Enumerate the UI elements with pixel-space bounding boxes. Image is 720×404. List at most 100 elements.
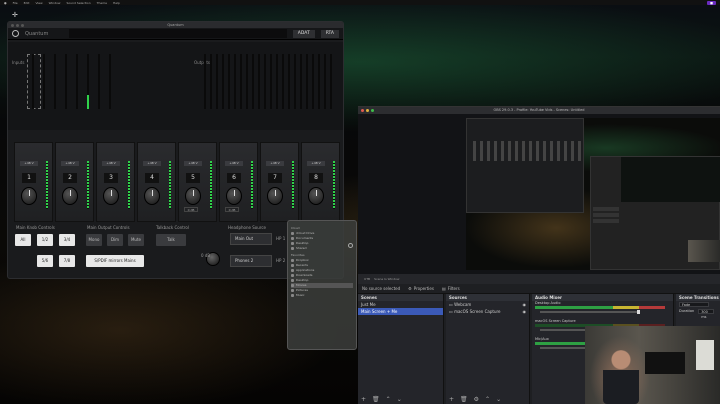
menu-help[interactable]: Help (113, 1, 120, 5)
properties-button[interactable]: ⚙ Properties (408, 286, 434, 291)
level-meter (276, 54, 278, 109)
close-icon[interactable] (361, 109, 364, 112)
obs-preview[interactable] (358, 114, 720, 274)
down-icon[interactable]: ⌄ (397, 396, 402, 403)
sources-header: Sources (446, 294, 529, 301)
gain-readout: 0 dB (225, 207, 239, 212)
sidebar-item[interactable]: Shared (291, 246, 353, 251)
gain-knob[interactable] (21, 187, 37, 205)
status-left: UTB (364, 277, 371, 281)
gain-knob[interactable] (267, 187, 283, 205)
minimize-icon[interactable] (16, 23, 19, 27)
pair-78-button[interactable]: 7/8 (59, 255, 75, 267)
gain-knob[interactable] (144, 187, 160, 205)
level-meter (288, 54, 290, 109)
channel-meter (169, 161, 171, 209)
status-right[interactable]: Scene Is Window (374, 277, 399, 281)
menu-sound[interactable]: Sound Selection (66, 1, 90, 5)
scene-item[interactable]: Just Me (358, 301, 443, 308)
up-icon[interactable]: ⌃ (485, 396, 490, 403)
spdif-mirror-button[interactable]: S/PDIF mirrors Mains (86, 255, 144, 267)
phantom-button[interactable]: +48 V (20, 161, 38, 166)
phantom-button[interactable]: +48 V (61, 161, 79, 166)
phantom-button[interactable]: +48 V (143, 161, 161, 166)
dim-button[interactable]: Dim (107, 234, 123, 246)
gain-knob[interactable] (103, 187, 119, 205)
up-icon[interactable]: ⌃ (386, 396, 391, 403)
apple-icon[interactable]: ● (4, 1, 7, 5)
menu-edit[interactable]: Edit (24, 1, 30, 5)
minimize-icon[interactable] (366, 109, 369, 112)
phantom-button[interactable]: +48 V (307, 161, 325, 166)
level-meter (87, 54, 89, 109)
phantom-button[interactable]: +48 V (225, 161, 243, 166)
mute-button[interactable]: Mute (128, 234, 144, 246)
pair-12-button[interactable]: 1/2 (37, 234, 53, 246)
source-item[interactable]: ▭ Webcam ◉ (446, 301, 529, 308)
menu-window[interactable]: Window (49, 1, 61, 5)
gear-icon[interactable]: ⚙ (474, 396, 479, 403)
preview-canvas[interactable] (466, 118, 720, 270)
level-meter (246, 54, 248, 109)
thumbnail-bar (487, 141, 490, 161)
channel-number: 4 (145, 173, 159, 183)
scenes-header: Scenes (358, 294, 443, 301)
filters-button[interactable]: ▤ Filters (442, 286, 460, 291)
main-knob-readout: 0 dB (201, 253, 211, 258)
eye-icon[interactable]: ◉ (523, 308, 527, 315)
close-icon[interactable] (11, 23, 14, 27)
transition-select[interactable]: Fade (679, 302, 709, 307)
eye-icon[interactable]: ◉ (523, 301, 527, 308)
menu-theme[interactable]: Theme (97, 1, 107, 5)
thumbnail-bar (543, 141, 546, 161)
level-meter (216, 54, 218, 109)
level-meter (330, 54, 332, 109)
level-meter (98, 54, 100, 109)
outputs-label: Outputs (194, 60, 210, 65)
sidebar-item[interactable]: Music (291, 293, 353, 298)
hp2-source-select[interactable]: Phones 2 (230, 255, 272, 267)
rta-button[interactable]: RTA (320, 29, 339, 38)
trash-icon[interactable]: 🗑 (372, 396, 380, 403)
pair-34-button[interactable]: 3/4 (59, 234, 75, 246)
gain-knob[interactable] (62, 187, 78, 205)
preamp-strips: +48 V 1 +48 V 2 +48 V 3 +48 V 4 +48 V 5 0 dB +… (14, 142, 340, 222)
pair-56-button[interactable]: 5/6 (37, 255, 53, 267)
all-button[interactable]: All (15, 234, 31, 246)
menu-view[interactable]: View (35, 1, 42, 5)
add-icon[interactable]: + (361, 396, 366, 403)
thumbnail-bar (522, 141, 525, 161)
mono-button[interactable]: Mono (86, 234, 102, 246)
talk-button[interactable]: Talk (156, 234, 186, 246)
thumbnail-bar (564, 141, 567, 161)
scene-item-selected[interactable]: Main Screen + Me (358, 308, 443, 315)
source-item[interactable]: ▭ macOS Screen Capture ◉ (446, 308, 529, 315)
duration-label: Duration (679, 309, 695, 313)
folder-icon (291, 237, 294, 240)
adat-button[interactable]: ADAT (292, 29, 315, 38)
zoom-icon[interactable] (21, 23, 24, 27)
phantom-button[interactable]: +48 V (102, 161, 120, 166)
channel-meter (333, 161, 335, 209)
down-icon[interactable]: ⌄ (496, 396, 501, 403)
circle-icon[interactable] (348, 243, 353, 248)
crosshair-icon: ✛ (12, 11, 18, 19)
gain-knob[interactable] (185, 187, 201, 205)
gain-knob[interactable] (226, 187, 242, 205)
level-meter (76, 54, 78, 109)
sources-dock: Sources ▭ Webcam ◉ ▭ macOS Screen Capture… (446, 294, 530, 404)
trash-icon[interactable]: 🗑 (460, 396, 468, 403)
menu-file[interactable]: File (13, 1, 18, 5)
hp1-source-select[interactable]: Main Out (230, 233, 272, 245)
channel-meter (210, 161, 212, 209)
status-pill[interactable]: ■ (707, 0, 716, 5)
zoom-icon[interactable] (371, 109, 374, 112)
phantom-button[interactable]: +48 V (184, 161, 202, 166)
channel-meter (292, 161, 294, 209)
volume-slider[interactable] (540, 310, 640, 314)
add-icon[interactable]: + (449, 396, 454, 403)
gain-knob[interactable] (308, 187, 324, 205)
phantom-button[interactable]: +48 V (266, 161, 284, 166)
duration-input[interactable]: 300 ms (698, 309, 715, 319)
folder-icon (291, 274, 294, 277)
